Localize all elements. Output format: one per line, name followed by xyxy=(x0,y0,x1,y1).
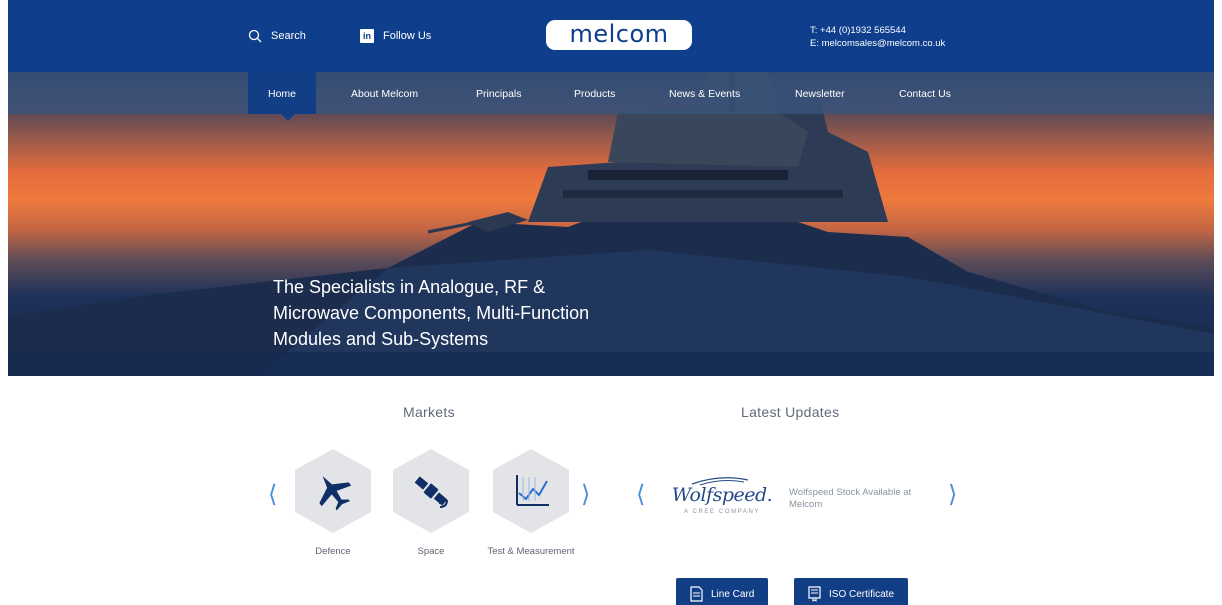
hero-line-3: Modules and Sub-Systems xyxy=(273,329,489,349)
nav-contact-us[interactable]: Contact Us xyxy=(879,72,971,114)
follow-us-link[interactable]: in Follow Us xyxy=(360,29,431,43)
top-header: Search in Follow Us melcom T: +44 (0)193… xyxy=(8,0,1214,72)
line-card-label: Line Card xyxy=(711,588,755,600)
updates-title: Latest Updates xyxy=(741,404,840,420)
markets-title: Markets xyxy=(403,404,455,420)
document-icon xyxy=(690,586,703,602)
chart-line-icon xyxy=(516,475,549,506)
market-defence-hex xyxy=(295,449,371,533)
search-label: Search xyxy=(271,30,306,42)
email-address[interactable]: E: melcomsales@melcom.co.uk xyxy=(810,37,945,50)
search-icon xyxy=(248,29,262,43)
iso-certificate-button[interactable]: ISO Certificate xyxy=(794,578,909,605)
nav-about-melcom[interactable]: About Melcom xyxy=(331,72,438,114)
contact-info: T: +44 (0)1932 565544 E: melcomsales@mel… xyxy=(810,24,945,50)
nav-home[interactable]: Home xyxy=(248,72,317,114)
phone-number[interactable]: T: +44 (0)1932 565544 xyxy=(810,24,945,37)
melcom-logo[interactable]: melcom xyxy=(546,20,692,50)
wolfspeed-subtitle: A CREE COMPANY xyxy=(684,509,760,515)
hero-line-1: The Specialists in Analogue, RF & xyxy=(273,277,546,297)
wolfspeed-brand: Wolfspeed. xyxy=(671,484,773,506)
iso-certificate-label: ISO Certificate xyxy=(829,588,895,600)
market-defence[interactable]: Defence xyxy=(288,449,378,558)
market-space-hex xyxy=(393,449,469,533)
update-headline[interactable]: Wolfspeed Stock Available at Melcom xyxy=(789,487,939,511)
certificate-icon xyxy=(808,586,821,602)
follow-us-label: Follow Us xyxy=(383,30,432,42)
hero-banner: Home About Melcom Principals Products Ne… xyxy=(8,72,1214,376)
hero-headline: The Specialists in Analogue, RF & Microw… xyxy=(273,274,693,352)
nav-news-events[interactable]: News & Events xyxy=(649,72,760,114)
nav-newsletter[interactable]: Newsletter xyxy=(775,72,865,114)
updates-prev-arrow[interactable]: ⟨ xyxy=(636,482,645,506)
line-card-button[interactable]: Line Card xyxy=(676,578,769,605)
satellite-icon xyxy=(414,476,448,508)
market-defence-label: Defence xyxy=(315,546,351,557)
market-test-label: Test & Measurement xyxy=(487,546,575,557)
nav-active-caret xyxy=(281,114,295,121)
search-link[interactable]: Search xyxy=(248,29,306,43)
markets-prev-arrow[interactable]: ⟨ xyxy=(268,482,277,506)
hero-line-2: Microwave Components, Multi-Function xyxy=(273,303,590,323)
markets-next-arrow[interactable]: ⟩ xyxy=(581,482,590,506)
market-test-hex xyxy=(493,449,569,533)
market-space[interactable]: Space xyxy=(386,449,476,558)
updates-next-arrow[interactable]: ⟩ xyxy=(948,482,957,506)
market-test-measurement[interactable]: Test & Measurement xyxy=(486,449,576,558)
market-space-label: Space xyxy=(417,546,445,557)
main-navigation: Home About Melcom Principals Products Ne… xyxy=(8,72,1214,114)
fighter-jet-icon xyxy=(319,476,352,511)
nav-products[interactable]: Products xyxy=(554,72,635,114)
linkedin-icon: in xyxy=(360,29,374,43)
nav-principals[interactable]: Principals xyxy=(456,72,542,114)
wolfspeed-logo[interactable]: Wolfspeed. A CREE COMPANY xyxy=(668,476,776,515)
